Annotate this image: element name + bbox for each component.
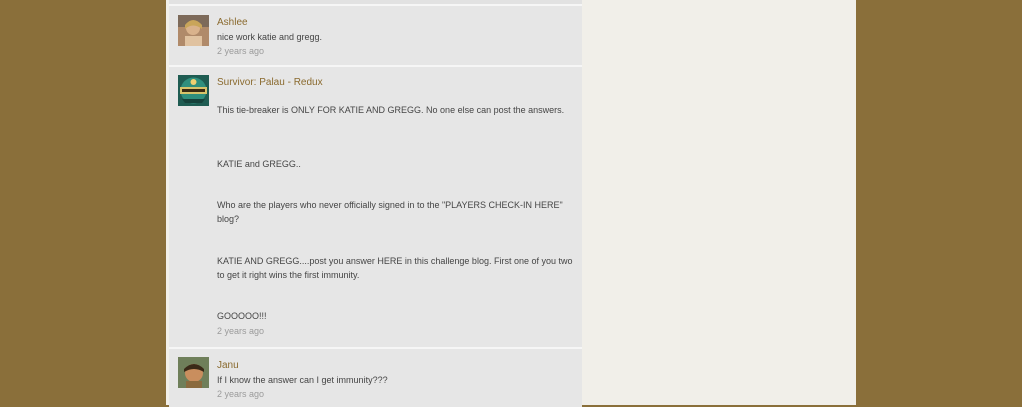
user-photo-icon [178,15,209,46]
survivor-logo-icon [178,75,209,106]
comment-author-link[interactable]: Janu [217,360,239,371]
comment-text: Who are the players who never officially… [217,198,577,226]
comment-timestamp: 2 years ago [217,389,265,399]
avatar[interactable] [178,75,209,106]
comment-author-link[interactable]: Survivor: Palau - Redux [217,77,323,88]
comment-item: Janu If I know the answer can I get immu… [169,347,582,407]
comment-author-link[interactable]: Ashlee [217,17,248,28]
comment-item: Survivor: Palau - Redux This tie-breaker… [169,65,582,347]
comment-text: KATIE AND GREGG....post you answer HERE … [217,254,577,282]
comment-paragraph: This tie-breaker is ONLY FOR KATIE AND G… [217,105,565,115]
avatar[interactable] [178,357,209,388]
avatar[interactable] [178,15,209,46]
comment-text: This tie-breaker is ONLY FOR KATIE AND G… [217,103,577,117]
comment-paragraph: Who are the players who never officially… [217,200,563,224]
comment-text: If I know the answer can I get immunity?… [217,375,388,385]
comment-text: nice work katie and gregg. [217,32,323,42]
comment-paragraph: KATIE AND GREGG....post you answer HERE … [217,256,573,280]
comment-timestamp: 2 years ago [217,46,265,56]
comment-paragraph: GOOOOO!!! [217,311,267,321]
user-photo-icon [178,357,209,388]
comment-text: KATIE and GREGG.. [217,157,577,171]
comment-text: GOOOOO!!! [217,309,577,323]
comment-item: Ashlee nice work katie and gregg. 2 year… [169,4,582,65]
comment-timestamp: 2 years ago [217,326,265,336]
comment-paragraph: KATIE and GREGG.. [217,159,301,169]
